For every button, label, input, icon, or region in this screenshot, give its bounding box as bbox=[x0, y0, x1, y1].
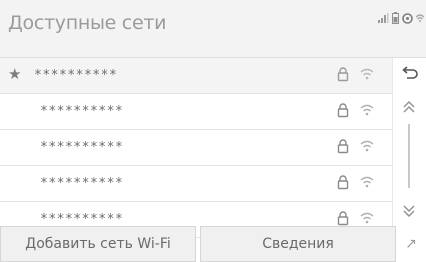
scrollbar-track[interactable] bbox=[407, 124, 411, 188]
expand-icon[interactable]: ↗ bbox=[396, 226, 426, 262]
add-network-button[interactable]: Добавить сеть Wi-Fi bbox=[0, 226, 196, 262]
wifi-icon bbox=[360, 140, 374, 152]
header-bar: Доступные сети bbox=[0, 0, 426, 58]
sync-icon bbox=[402, 12, 413, 24]
network-list: ★ ********** ********** ********** *****… bbox=[0, 58, 392, 238]
network-name: ********** bbox=[40, 176, 124, 191]
back-arrow-icon[interactable] bbox=[401, 66, 419, 82]
scroll-sidebar bbox=[392, 58, 426, 234]
wifi-icon bbox=[360, 176, 374, 188]
chevron-double-down-icon[interactable] bbox=[401, 204, 417, 218]
lock-icon bbox=[337, 67, 349, 82]
signal-icon bbox=[378, 13, 389, 23]
lock-icon bbox=[337, 139, 349, 154]
battery-icon bbox=[392, 12, 399, 24]
favorite-star-icon: ★ bbox=[8, 65, 22, 83]
lock-icon bbox=[337, 103, 349, 118]
wifi-icon bbox=[360, 104, 374, 116]
network-row[interactable]: ★ ********** bbox=[0, 58, 392, 94]
lock-icon bbox=[337, 211, 349, 226]
bottom-bar: Добавить сеть Wi-Fi Сведения ↗ bbox=[0, 226, 426, 262]
network-row[interactable]: ********** bbox=[0, 130, 392, 166]
page-title: Доступные сети bbox=[8, 12, 167, 34]
status-icons bbox=[377, 12, 424, 24]
network-name: ********** bbox=[40, 212, 124, 227]
wifi-status-icon bbox=[416, 14, 424, 22]
chevron-double-up-icon[interactable] bbox=[401, 100, 417, 114]
network-name: ********** bbox=[40, 104, 124, 119]
wifi-icon bbox=[360, 212, 374, 224]
wifi-icon bbox=[360, 68, 374, 80]
details-button[interactable]: Сведения bbox=[200, 226, 396, 262]
network-name: ********** bbox=[34, 68, 118, 83]
network-row[interactable]: ********** bbox=[0, 166, 392, 202]
network-name: ********** bbox=[40, 140, 124, 155]
lock-icon bbox=[337, 175, 349, 190]
network-row[interactable]: ********** bbox=[0, 94, 392, 130]
